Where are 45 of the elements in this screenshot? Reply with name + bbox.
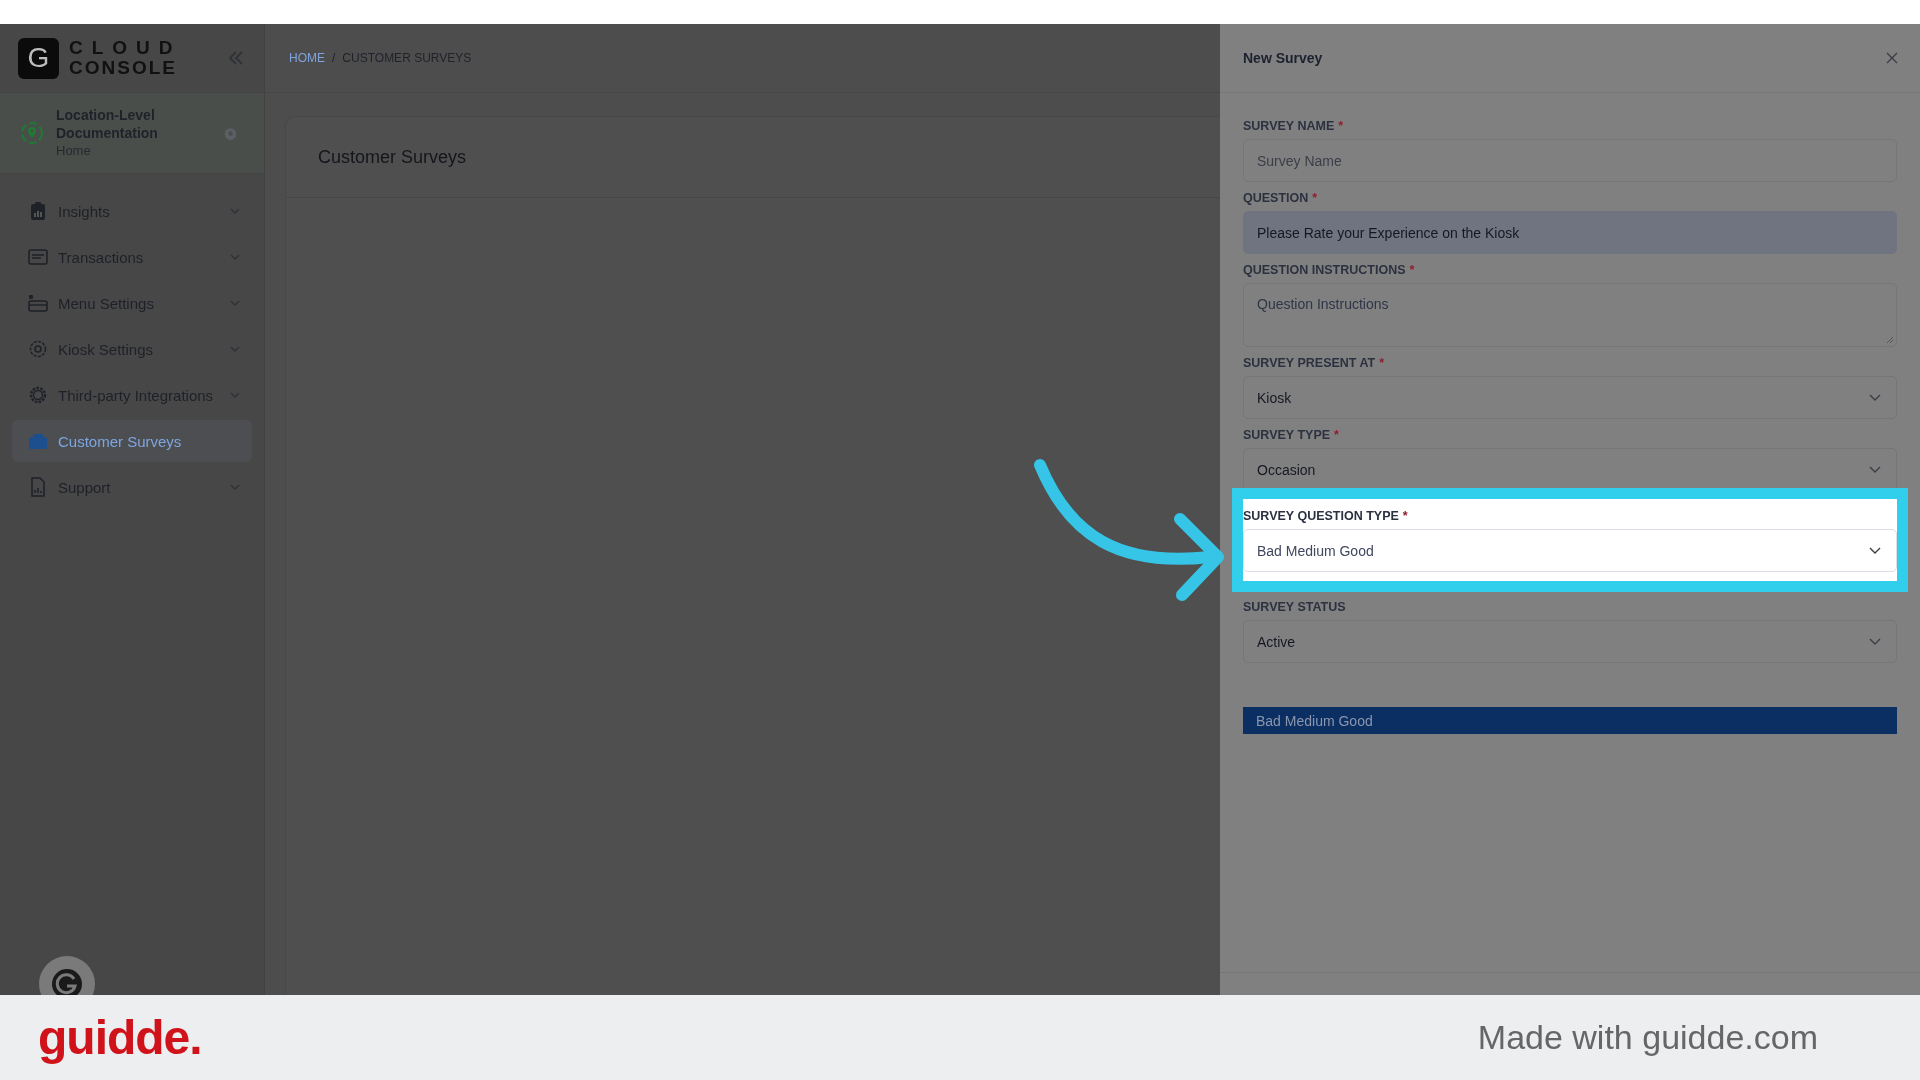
field-label: QUESTION INSTRUCTIONS * <box>1243 263 1416 277</box>
text-field[interactable]: Please Rate your Experience on the Kiosk <box>1243 211 1897 254</box>
drawer-title: New Survey <box>1243 50 1323 66</box>
breadcrumb-item[interactable]: HOME <box>289 51 325 65</box>
select-field[interactable]: Bad Medium Good <box>1243 529 1897 572</box>
field-label: SURVEY TYPE * <box>1243 428 1340 442</box>
page-title: Customer Surveys <box>318 146 467 168</box>
briefcase-icon <box>28 431 48 451</box>
receipt-icon <box>28 247 48 267</box>
chevron-down-icon <box>1869 547 1881 554</box>
chevron-down-icon <box>230 484 240 490</box>
chevron-down-icon <box>230 392 240 398</box>
gear-icon <box>28 385 48 405</box>
chevron-down-icon <box>1869 638 1881 645</box>
close-icon[interactable] <box>1886 52 1898 64</box>
resize-handle-icon[interactable] <box>1886 336 1894 344</box>
location-pin-icon <box>20 121 44 145</box>
brand-logo: guidde. <box>38 1010 202 1065</box>
breadcrumb-separator: / <box>332 51 336 65</box>
sidebar-item[interactable]: Customer Surveys <box>12 420 252 462</box>
chevron-down-icon <box>230 346 240 352</box>
select-field[interactable]: Occasion <box>1243 448 1897 491</box>
clipboard-icon <box>28 201 48 221</box>
chevron-down-icon <box>230 208 240 214</box>
chevron-down-icon <box>1869 394 1881 401</box>
gear-icon <box>28 339 48 359</box>
document-icon <box>28 477 48 497</box>
chevron-down-icon <box>1869 466 1881 473</box>
field-label: QUESTION * <box>1243 191 1319 205</box>
select-field[interactable]: Active <box>1243 620 1897 663</box>
text-area[interactable]: Question Instructions <box>1243 283 1897 347</box>
collapse-icon[interactable] <box>228 51 244 65</box>
chevron-down-icon <box>230 300 240 306</box>
made-with-text: Made with guidde.com <box>1477 1018 1818 1057</box>
field-label: SURVEY NAME * <box>1243 119 1345 133</box>
field-label: SURVEY QUESTION TYPE * <box>1243 509 1409 523</box>
chevron-down-icon <box>230 254 240 260</box>
card-icon <box>28 293 48 313</box>
logo-mark: G <box>18 37 59 79</box>
dropdown-option[interactable]: Bad Medium Good <box>1243 707 1897 734</box>
select-field[interactable]: Kiosk <box>1243 376 1897 419</box>
text-field[interactable]: Survey Name <box>1243 139 1897 182</box>
field-label: SURVEY PRESENT AT * <box>1243 356 1386 370</box>
settings-icon[interactable] <box>223 125 238 141</box>
field-label: SURVEY STATUS <box>1243 600 1347 614</box>
